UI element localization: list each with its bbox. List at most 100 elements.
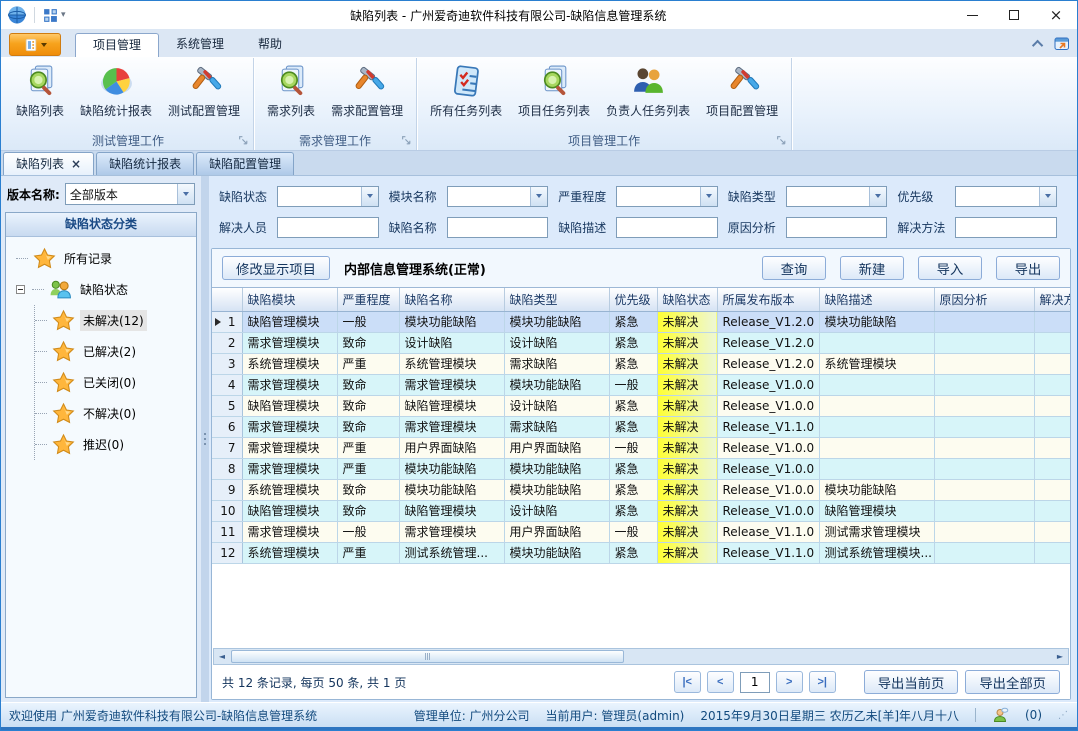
data-cell[interactable]: [1034, 500, 1070, 521]
data-cell[interactable]: [934, 479, 1034, 500]
data-cell[interactable]: Release_V1.1.0: [717, 542, 819, 563]
column-header[interactable]: 严重程度: [337, 288, 399, 311]
data-cell[interactable]: [934, 542, 1034, 563]
filter-select[interactable]: [786, 186, 888, 207]
data-cell[interactable]: 需求管理模块: [242, 416, 337, 437]
column-header[interactable]: 缺陷模块: [242, 288, 337, 311]
column-header[interactable]: 优先级: [609, 288, 657, 311]
table-row[interactable]: 11需求管理模块一般需求管理模块用户界面缺陷一般未解决Release_V1.1.…: [212, 521, 1070, 542]
page-number-input[interactable]: [740, 672, 770, 693]
table-row[interactable]: 3系统管理模块严重系统管理模块需求缺陷紧急未解决Release_V1.2.0系统…: [212, 353, 1070, 374]
data-cell[interactable]: Release_V1.0.0: [717, 458, 819, 479]
data-cell[interactable]: 模块功能缺陷: [399, 311, 504, 332]
data-cell[interactable]: [934, 332, 1034, 353]
filter-select-arrow[interactable]: [1039, 187, 1056, 206]
filter-select[interactable]: [277, 186, 379, 207]
data-cell[interactable]: 需求缺陷: [504, 353, 609, 374]
data-cell[interactable]: 一般: [337, 521, 399, 542]
table-row[interactable]: 6需求管理模块致命需求管理模块需求缺陷紧急未解决Release_V1.1.0: [212, 416, 1070, 437]
data-cell[interactable]: [934, 458, 1034, 479]
prev-page-button[interactable]: <: [707, 671, 734, 693]
status-cell[interactable]: 未解决: [657, 437, 717, 458]
data-cell[interactable]: [934, 374, 1034, 395]
data-cell[interactable]: 测试系统管理模块...: [819, 542, 934, 563]
search-button[interactable]: 查询: [762, 256, 826, 280]
status-cell[interactable]: 未解决: [657, 521, 717, 542]
column-header[interactable]: 所属发布版本: [717, 288, 819, 311]
filter-select-arrow[interactable]: [530, 187, 547, 206]
ribbon-tab[interactable]: 系统管理: [159, 33, 241, 57]
data-cell[interactable]: Release_V1.2.0: [717, 311, 819, 332]
filter-select[interactable]: [447, 186, 549, 207]
status-cell[interactable]: 未解决: [657, 500, 717, 521]
status-cell[interactable]: 未解决: [657, 353, 717, 374]
row-number-cell[interactable]: 2: [212, 332, 242, 353]
data-cell[interactable]: 缺陷管理模块: [399, 395, 504, 416]
row-number-cell[interactable]: 6: [212, 416, 242, 437]
table-row[interactable]: 1缺陷管理模块一般模块功能缺陷模块功能缺陷紧急未解决Release_V1.2.0…: [212, 311, 1070, 332]
data-cell[interactable]: 紧急: [609, 311, 657, 332]
data-cell[interactable]: [1034, 374, 1070, 395]
data-cell[interactable]: 用户界面缺陷: [399, 437, 504, 458]
row-number-cell[interactable]: 3: [212, 353, 242, 374]
data-cell[interactable]: 需求缺陷: [504, 416, 609, 437]
new-button[interactable]: 新建: [840, 256, 904, 280]
export-button[interactable]: 导出: [996, 256, 1060, 280]
data-cell[interactable]: 系统管理模块: [399, 353, 504, 374]
data-cell[interactable]: [1034, 332, 1070, 353]
column-header[interactable]: 缺陷状态: [657, 288, 717, 311]
data-cell[interactable]: 系统管理模块: [242, 479, 337, 500]
data-cell[interactable]: 设计缺陷: [504, 395, 609, 416]
data-cell[interactable]: 一般: [609, 437, 657, 458]
collapse-node-icon[interactable]: [16, 285, 25, 294]
filter-input[interactable]: [616, 217, 718, 238]
ribbon-button[interactable]: 所有任务列表: [422, 61, 510, 130]
row-number-cell[interactable]: 9: [212, 479, 242, 500]
data-cell[interactable]: [934, 500, 1034, 521]
table-row[interactable]: 2需求管理模块致命设计缺陷设计缺陷紧急未解决Release_V1.2.0: [212, 332, 1070, 353]
tree-item[interactable]: 所有记录: [8, 243, 194, 274]
last-page-button[interactable]: >|: [809, 671, 836, 693]
data-cell[interactable]: [1034, 458, 1070, 479]
data-cell[interactable]: [934, 416, 1034, 437]
data-cell[interactable]: 模块功能缺陷: [819, 479, 934, 500]
table-row[interactable]: 5缺陷管理模块致命缺陷管理模块设计缺陷紧急未解决Release_V1.0.0: [212, 395, 1070, 416]
help-window-icon[interactable]: [1053, 35, 1071, 53]
ribbon-button[interactable]: 项目配置管理: [698, 61, 786, 130]
column-header[interactable]: 原因分析: [934, 288, 1034, 311]
row-number-cell[interactable]: 1: [212, 311, 242, 332]
quick-access-icon[interactable]: [42, 7, 59, 24]
data-cell[interactable]: 缺陷管理模块: [399, 500, 504, 521]
data-cell[interactable]: 设计缺陷: [399, 332, 504, 353]
data-cell[interactable]: 致命: [337, 479, 399, 500]
data-cell[interactable]: 测试系统管理...: [399, 542, 504, 563]
status-cell[interactable]: 未解决: [657, 416, 717, 437]
tree-item[interactable]: 已解决(2): [35, 336, 194, 367]
tree-item[interactable]: 未解决(12): [35, 305, 194, 336]
data-cell[interactable]: [1034, 437, 1070, 458]
data-cell[interactable]: [934, 311, 1034, 332]
document-tab[interactable]: 缺陷列表×: [3, 152, 94, 175]
horizontal-scrollbar[interactable]: ◄ ►: [213, 648, 1069, 665]
data-cell[interactable]: Release_V1.2.0: [717, 332, 819, 353]
data-cell[interactable]: Release_V1.0.0: [717, 479, 819, 500]
table-row[interactable]: 9系统管理模块致命模块功能缺陷模块功能缺陷紧急未解决Release_V1.0.0…: [212, 479, 1070, 500]
data-cell[interactable]: 缺陷管理模块: [242, 500, 337, 521]
data-cell[interactable]: [819, 395, 934, 416]
data-cell[interactable]: 测试需求管理模块: [819, 521, 934, 542]
table-row[interactable]: 8需求管理模块严重模块功能缺陷模块功能缺陷紧急未解决Release_V1.0.0: [212, 458, 1070, 479]
data-cell[interactable]: 缺陷管理模块: [242, 395, 337, 416]
data-cell[interactable]: [819, 458, 934, 479]
data-cell[interactable]: [934, 437, 1034, 458]
collapse-ribbon-icon[interactable]: [1032, 40, 1043, 51]
status-cell[interactable]: 未解决: [657, 332, 717, 353]
row-number-cell[interactable]: 7: [212, 437, 242, 458]
data-cell[interactable]: 紧急: [609, 542, 657, 563]
data-cell[interactable]: Release_V1.0.0: [717, 500, 819, 521]
data-cell[interactable]: 需求管理模块: [242, 521, 337, 542]
data-cell[interactable]: Release_V1.2.0: [717, 353, 819, 374]
ribbon-button[interactable]: 测试配置管理: [160, 61, 248, 130]
data-cell[interactable]: [1034, 416, 1070, 437]
row-number-cell[interactable]: 8: [212, 458, 242, 479]
data-cell[interactable]: [934, 521, 1034, 542]
